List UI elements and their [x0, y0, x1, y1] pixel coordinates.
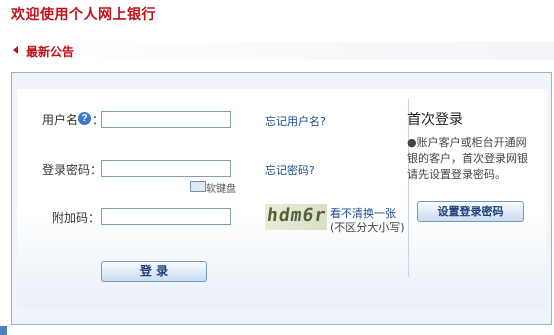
captcha-input[interactable] — [101, 208, 231, 225]
captcha-image[interactable]: hdm6r — [265, 204, 327, 230]
username-input[interactable] — [101, 111, 231, 128]
soft-keyboard-link[interactable]: 软键盘 — [206, 180, 236, 195]
captcha-label: 附加码： — [52, 211, 101, 225]
triangle-left-icon — [13, 46, 18, 54]
captcha-image-text: hdm6r — [265, 205, 327, 226]
forgot-password-link[interactable]: 忘记密码? — [265, 162, 315, 178]
login-panel: 用户名 ? ： 忘记用户名? 登录密码： 忘记密码? 软键盘 附加码： hdm6… — [11, 72, 552, 325]
notice-label[interactable]: 最新公告 — [26, 43, 74, 60]
page-title: 欢迎使用个人网上银行 — [11, 7, 156, 23]
corner-marker — [0, 326, 7, 335]
password-label: 登录密码： — [42, 163, 103, 177]
first-login-title: 首次登录 — [407, 112, 463, 128]
keyboard-icon[interactable] — [190, 181, 206, 192]
notice-bar[interactable]: 最新公告 — [11, 42, 554, 60]
username-label: 用户名 — [42, 113, 79, 127]
question-icon[interactable]: ? — [78, 112, 91, 125]
login-panel-inner: 用户名 ? ： 忘记用户名? 登录密码： 忘记密码? 软键盘 附加码： hdm6… — [17, 89, 547, 307]
password-input[interactable] — [101, 160, 231, 177]
first-login-description: ●账户客户或柜台开通网银的客户，首次登录网银请先设置登录密码。 — [407, 136, 528, 181]
captcha-hint: (不区分大小写) — [330, 221, 405, 234]
forgot-username-link[interactable]: 忘记用户名? — [265, 113, 326, 129]
login-button[interactable]: 登 录 — [101, 261, 207, 282]
set-password-button[interactable]: 设置登录密码 — [417, 201, 524, 222]
